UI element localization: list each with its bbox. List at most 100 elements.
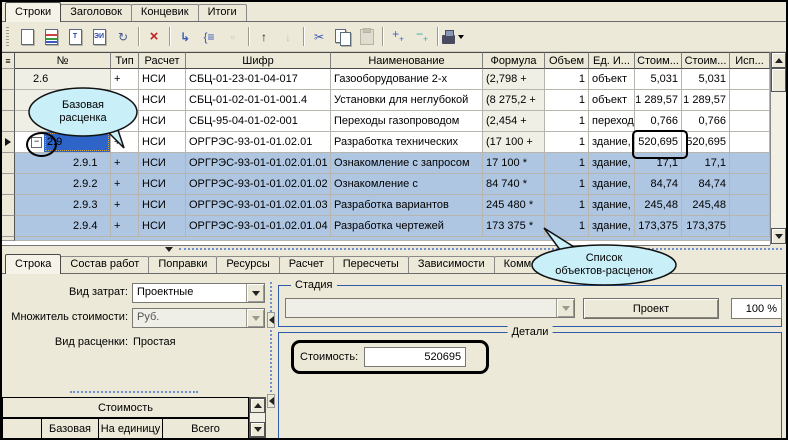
row-marker-cell[interactable] [2, 90, 15, 111]
add-nsi-line-button[interactable]: ЭИ [87, 25, 111, 48]
vertical-splitter[interactable] [267, 282, 275, 408]
add-line-copy-button[interactable] [39, 25, 63, 48]
grid-cell-cost2[interactable]: 520,695 [682, 132, 730, 153]
grid-cell-cost1[interactable]: 84,74 [635, 174, 682, 195]
cost-input[interactable]: 520695 [364, 347, 467, 367]
grid-cell-usage[interactable] [730, 111, 770, 132]
row-marker-cell[interactable] [2, 69, 15, 90]
toolbar-grip[interactable] [6, 26, 9, 47]
grid-cell-formula[interactable]: (2,454 + [483, 111, 545, 132]
column-header-type[interactable]: Тип [111, 52, 139, 69]
bottabs-tab-0[interactable]: Строка [5, 254, 62, 274]
grid-cell-code[interactable]: ОРГРЭС-93-01-01.02.01 [186, 132, 331, 153]
grid-cell-formula[interactable]: (8 275,2 + [483, 90, 545, 111]
grid-cell-cost1[interactable]: 5,031 [635, 69, 682, 90]
grid-corner-cell[interactable]: ≡ [2, 52, 15, 69]
grid-cell-cost2[interactable]: 245,48 [682, 195, 730, 216]
grid-cell-usage[interactable] [730, 90, 770, 111]
collapse-left-handle[interactable] [267, 394, 275, 408]
grid-cell-formula[interactable]: 17 100 * [483, 153, 545, 174]
table-row[interactable]: 2.9.2 + НСИ ОРГРЭС-93-01-01.02.01.02 Ознаком… [2, 174, 770, 195]
grid-cell-calc[interactable]: НСИ [139, 195, 186, 216]
grid-cell-name[interactable]: Ознакомление с запросом [331, 153, 483, 174]
grid-cell-cost1[interactable]: 0,766 [635, 111, 682, 132]
row-marker-cell[interactable] [2, 111, 15, 132]
grid-cell-name[interactable]: Разработка технических [331, 132, 483, 153]
grid-cell-name[interactable]: Газооборудование 2-х [331, 69, 483, 90]
grid-cell-code[interactable]: ОРГРЭС-93-01-01.02.01.04 [186, 216, 331, 237]
bottabs-tab-6[interactable]: Зависимости [407, 256, 495, 273]
grid-cell-type[interactable]: + [111, 216, 139, 237]
ungroup-lines-button[interactable]: ▫ [221, 25, 245, 48]
grid-cell-calc[interactable]: НСИ [139, 111, 186, 132]
grid-cell-calc[interactable]: НСИ [139, 216, 186, 237]
combo-dropdown-button[interactable] [246, 284, 264, 302]
grid-cell-code[interactable]: ОРГРЭС-93-01-01.02.01.01 [186, 153, 331, 174]
grid-cell-num[interactable]: 2.9.3 [15, 195, 111, 216]
grid-cell-calc[interactable]: НСИ [139, 153, 186, 174]
grid-cell-num[interactable]: 2.9.2 [15, 174, 111, 195]
toptabs-tab-2[interactable]: Концевик [130, 4, 199, 21]
column-header-volume[interactable]: Объем [545, 52, 589, 69]
grid-cell-usage[interactable] [730, 69, 770, 90]
grid-cell-name[interactable]: Установки для неглубокой [331, 90, 483, 111]
grid-cell-usage[interactable] [730, 132, 770, 153]
add-sub-lines-button[interactable]: ↳ [173, 25, 197, 48]
grid-cell-usage[interactable] [730, 195, 770, 216]
copy-button[interactable] [331, 25, 355, 48]
add-line-button[interactable] [15, 25, 39, 48]
row-marker-cell[interactable] [2, 216, 15, 237]
fill-print-button[interactable] [441, 25, 465, 48]
grid-cell-volume[interactable]: 1 [545, 111, 589, 132]
grid-cell-volume[interactable]: 1 [545, 174, 589, 195]
grid-cell-code[interactable]: ОРГРЭС-93-01-01.02.01.02 [186, 174, 331, 195]
grid-cell-name[interactable]: Разработка чертежей [331, 216, 483, 237]
scroll-thumb[interactable] [771, 68, 786, 92]
grid-cell-cost1[interactable]: 1 289,57 [635, 90, 682, 111]
grid-cell-unit[interactable]: объект [589, 90, 635, 111]
column-header-cost1[interactable]: Стоим... [635, 52, 682, 69]
group-lines-button[interactable]: {≡ [197, 25, 221, 48]
column-header-name[interactable]: Наименование [331, 52, 483, 69]
project-button[interactable]: Проект [583, 298, 719, 319]
grid-cell-volume[interactable]: 1 [545, 195, 589, 216]
grid-cell-unit[interactable]: здание, [589, 132, 635, 153]
column-header-formula[interactable]: Формула [483, 52, 545, 69]
grid-vertical-scrollbar[interactable] [770, 52, 786, 245]
bottabs-tab-2[interactable]: Поправки [148, 256, 218, 273]
column-header-calc[interactable]: Расчет [139, 52, 186, 69]
grid-cell-formula[interactable]: (2,798 + [483, 69, 545, 90]
grid-cell-formula[interactable]: 245 480 * [483, 195, 545, 216]
bottabs-tab-5[interactable]: Пересчеты [332, 256, 409, 273]
grid-cell-name[interactable]: Переходы газопроводом [331, 111, 483, 132]
column-header-code[interactable]: Шифр [186, 52, 331, 69]
grid-cell-unit[interactable]: здание, [589, 153, 635, 174]
grid-cell-cost2[interactable]: 17,1 [682, 153, 730, 174]
cost-kind-combobox[interactable]: Проектные [132, 283, 265, 303]
grid-cell-code[interactable]: СБЦ-95-04-01-02-001 [186, 111, 331, 132]
grid-cell-unit[interactable]: объект [589, 69, 635, 90]
grid-cell-calc[interactable]: НСИ [139, 174, 186, 195]
grid-cell-type[interactable]: + [111, 195, 139, 216]
grid-cell-cost2[interactable]: 1 289,57 [682, 90, 730, 111]
bottabs-tab-3[interactable]: Ресурсы [216, 256, 280, 273]
grid-cell-calc[interactable]: НСИ [139, 132, 186, 153]
grid-cell-formula[interactable]: 84 740 * [483, 174, 545, 195]
collapse-left-handle[interactable] [267, 312, 275, 328]
row-marker-cell[interactable] [2, 132, 15, 153]
grid-cell-type[interactable]: + [111, 174, 139, 195]
toptabs-tab-0[interactable]: Строки [5, 2, 62, 22]
delete-line-button[interactable]: × [142, 25, 166, 48]
exclude-lines-button[interactable]: −+ [410, 25, 434, 48]
cost-table-scrollbar[interactable] [249, 397, 266, 438]
column-header-cost2[interactable]: Стоим... [682, 52, 730, 69]
move-line-down-button[interactable]: ↓ [276, 25, 300, 48]
scroll-down-button[interactable] [771, 228, 786, 244]
grid-cell-name[interactable]: Разработка вариантов [331, 195, 483, 216]
move-line-up-button[interactable]: ↑ [252, 25, 276, 48]
stage-percent-input[interactable]: 100 % [731, 298, 782, 319]
grid-cell-usage[interactable] [730, 153, 770, 174]
grid-cell-code[interactable]: ОРГРЭС-93-01-01.02.01.03 [186, 195, 331, 216]
table-row[interactable]: 2.9.3 + НСИ ОРГРЭС-93-01-01.02.01.03 Разрабо… [2, 195, 770, 216]
grid-cell-unit[interactable]: переход [589, 111, 635, 132]
